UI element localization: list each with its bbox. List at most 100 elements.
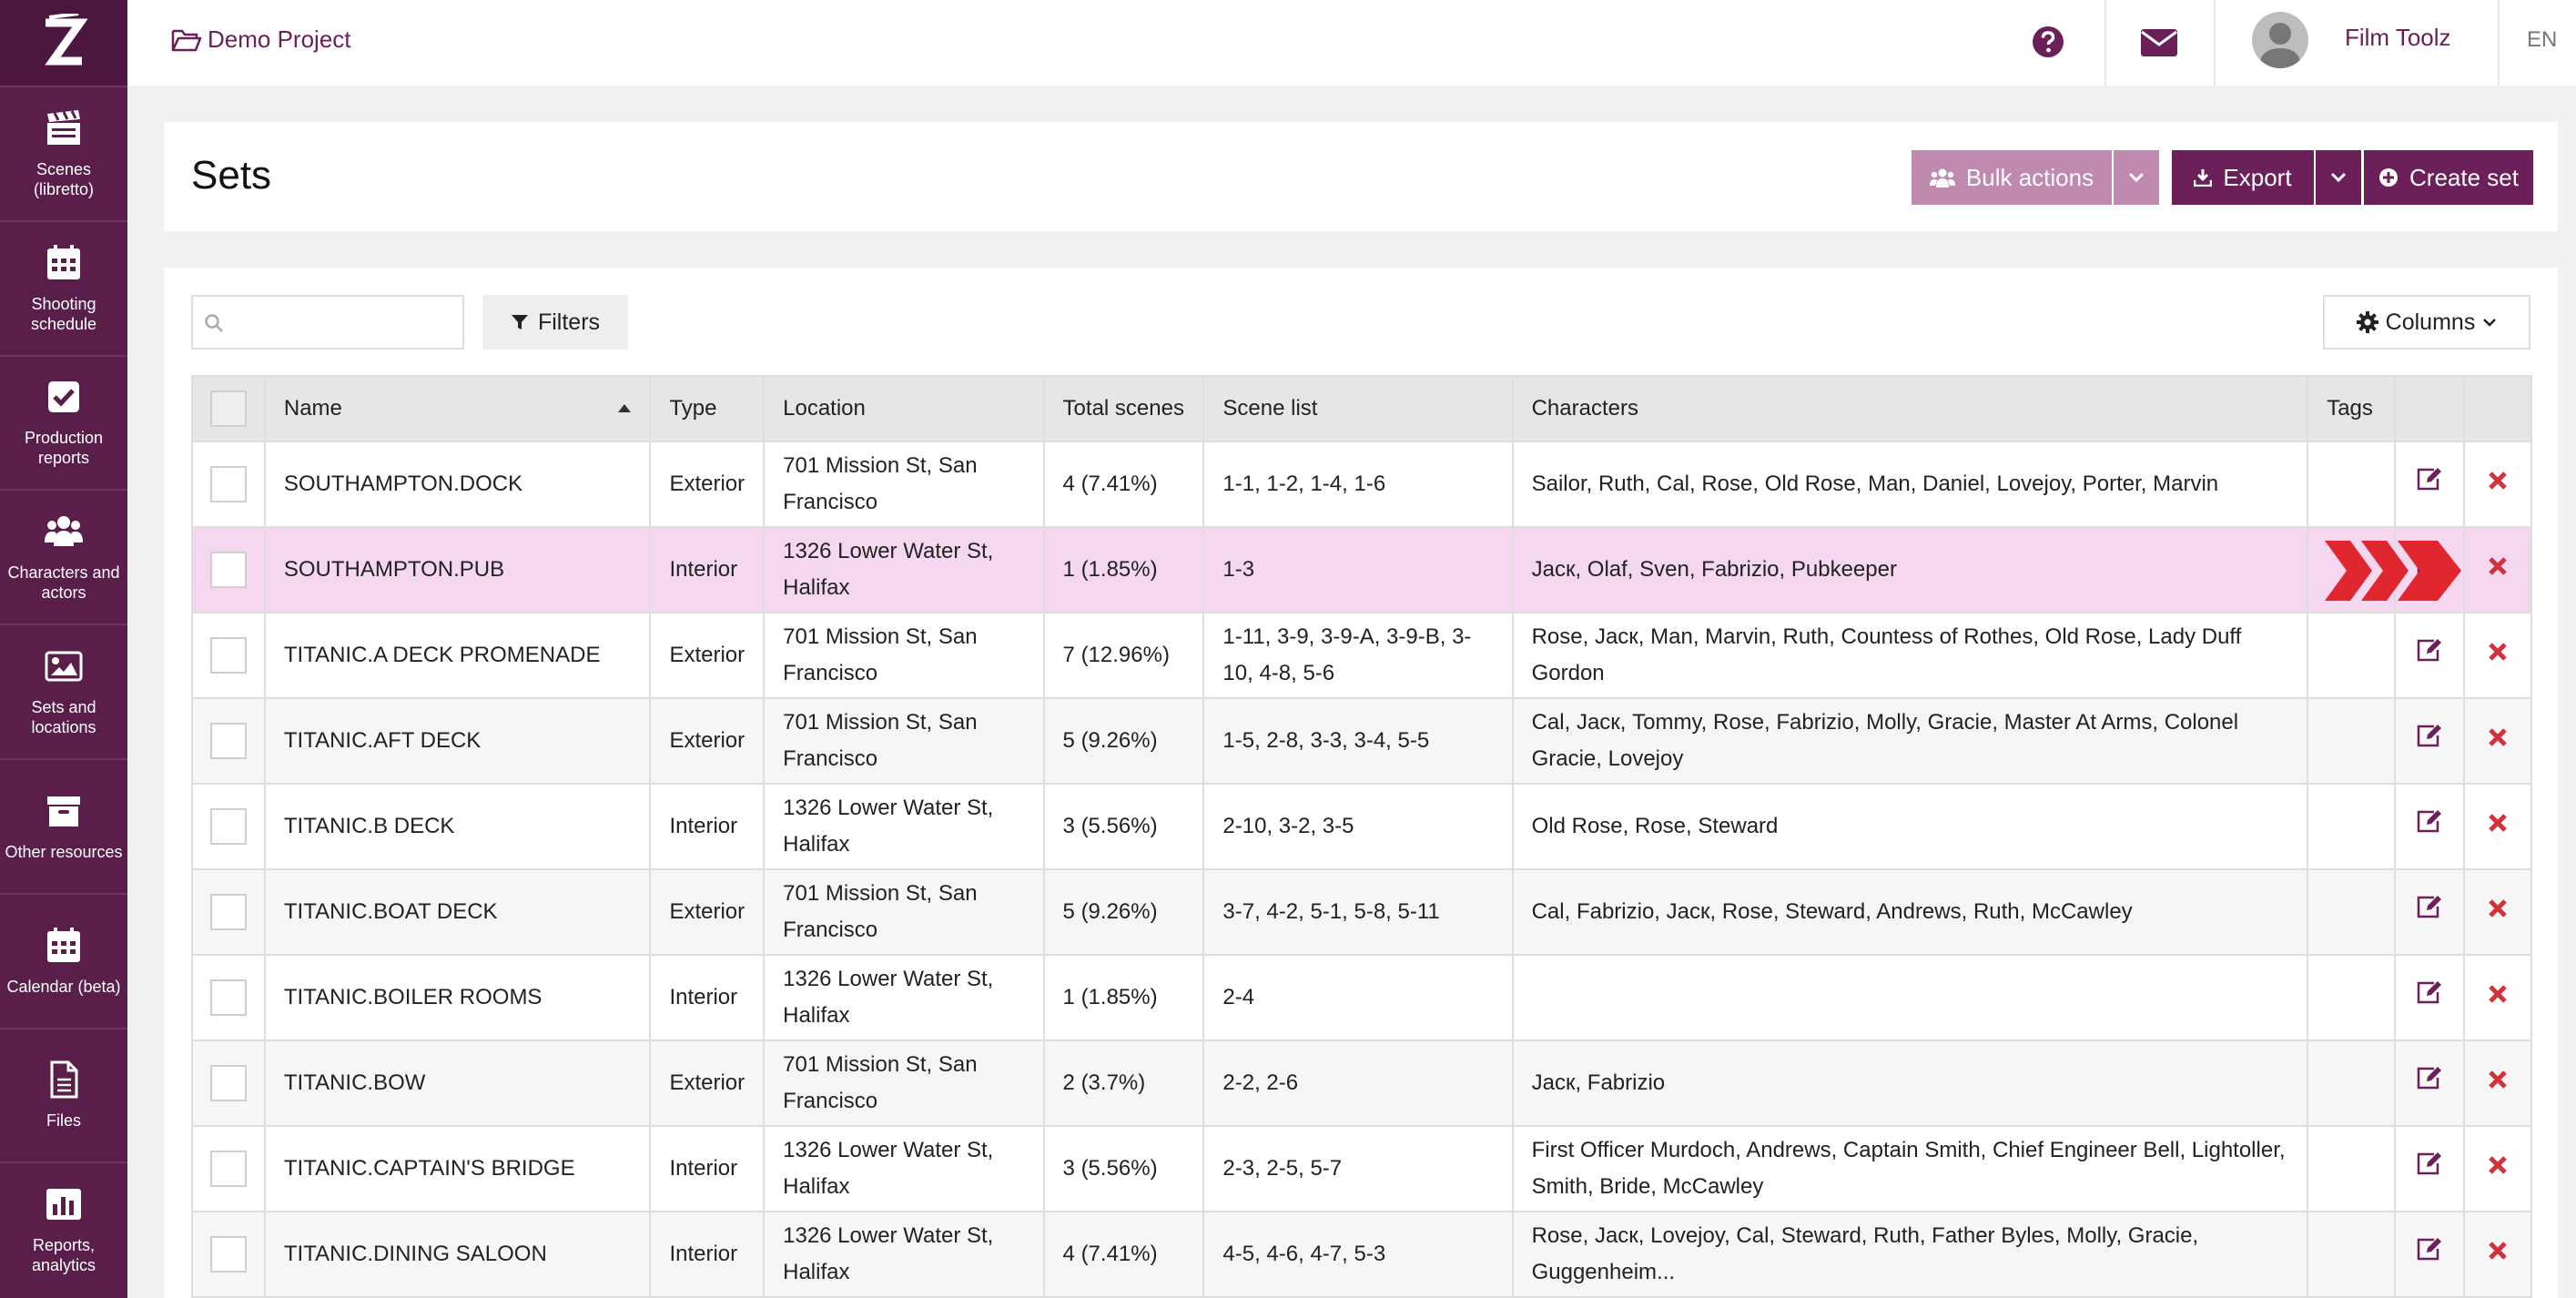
user-name[interactable]: Film Toolz bbox=[2345, 24, 2451, 52]
edit-icon[interactable] bbox=[2416, 1151, 2443, 1176]
file-icon bbox=[50, 1060, 78, 1099]
bulk-actions-button[interactable]: Bulk actions bbox=[1912, 150, 2112, 205]
row-checkbox[interactable] bbox=[209, 1236, 247, 1273]
row-checkbox[interactable] bbox=[209, 723, 247, 759]
row-select-cell bbox=[191, 954, 266, 1041]
sidebar-item-sets-locations[interactable]: Sets and locations bbox=[0, 624, 127, 758]
cell-name[interactable]: TITANIC.A DECK PROMENADE bbox=[263, 612, 652, 699]
filters-button[interactable]: Filters bbox=[482, 295, 628, 350]
sidebar-item-characters[interactable]: Characters and actors bbox=[0, 489, 127, 624]
table-row[interactable]: TITANIC.B DECK Interior 1326 Lower Water… bbox=[191, 783, 2532, 870]
delete-x-icon[interactable] bbox=[2488, 727, 2508, 747]
cell-location: 701 Mission St, San Francisco bbox=[763, 612, 1045, 699]
row-checkbox[interactable] bbox=[209, 808, 247, 845]
cell-location: 1326 Lower Water St, Halifax bbox=[763, 1125, 1045, 1212]
row-checkbox[interactable] bbox=[209, 1065, 247, 1101]
cell-delete bbox=[2463, 612, 2532, 699]
column-header-tags[interactable]: Tags bbox=[2307, 375, 2397, 442]
cell-name[interactable]: TITANIC.DINING SALOON bbox=[263, 1211, 652, 1298]
cell-name[interactable]: TITANIC.BOAT DECK bbox=[263, 868, 652, 956]
cell-name[interactable]: SOUTHAMPTON.DOCK bbox=[263, 441, 652, 528]
row-checkbox[interactable] bbox=[209, 552, 247, 588]
cell-name[interactable]: TITANIC.BOW bbox=[263, 1039, 652, 1127]
column-header-location[interactable]: Location bbox=[763, 375, 1045, 442]
cell-name[interactable]: TITANIC.CAPTAIN'S BRIDGE bbox=[263, 1125, 652, 1212]
row-checkbox[interactable] bbox=[209, 979, 247, 1016]
column-header-delete bbox=[2463, 375, 2532, 442]
envelope-icon[interactable] bbox=[2141, 29, 2177, 56]
sidebar-item-reports[interactable]: Reports, analytics bbox=[0, 1161, 127, 1296]
delete-x-icon[interactable] bbox=[2488, 471, 2508, 491]
cell-type: Exterior bbox=[649, 441, 766, 528]
delete-x-icon[interactable] bbox=[2488, 984, 2508, 1004]
cell-type: Exterior bbox=[649, 1039, 766, 1127]
column-header-type[interactable]: Type bbox=[649, 375, 766, 442]
table-row[interactable]: SOUTHAMPTON.DOCK Exterior 701 Mission St… bbox=[191, 441, 2532, 528]
cell-name[interactable]: TITANIC.AFT DECK bbox=[263, 697, 652, 785]
bulk-actions-dropdown-button[interactable] bbox=[2114, 150, 2159, 205]
header-label: Name bbox=[283, 396, 342, 421]
column-header-total-scenes[interactable]: Total scenes bbox=[1042, 375, 1205, 442]
app-logo[interactable] bbox=[0, 0, 127, 86]
column-header-characters[interactable]: Characters bbox=[1511, 375, 2309, 442]
delete-x-icon[interactable] bbox=[2488, 813, 2508, 833]
delete-x-icon[interactable] bbox=[2488, 898, 2508, 918]
edit-icon[interactable] bbox=[2416, 1236, 2443, 1262]
table-row[interactable]: SOUTHAMPTON.PUB Interior 1326 Lower Wate… bbox=[191, 526, 2532, 614]
delete-x-icon[interactable] bbox=[2488, 642, 2508, 662]
delete-x-icon[interactable] bbox=[2488, 1155, 2508, 1175]
cell-scene-list: 1-1, 1-2, 1-4, 1-6 bbox=[1202, 441, 1514, 528]
sidebar-item-calendar[interactable]: Calendar (beta) bbox=[0, 892, 127, 1028]
project-link[interactable]: Demo Project bbox=[171, 25, 351, 54]
row-checkbox[interactable] bbox=[209, 1151, 247, 1187]
cell-name[interactable]: TITANIC.BOILER ROOMS bbox=[263, 954, 652, 1041]
search-box[interactable] bbox=[191, 295, 464, 350]
cell-name[interactable]: SOUTHAMPTON.PUB bbox=[263, 526, 652, 614]
cell-delete bbox=[2463, 783, 2532, 870]
select-all-checkbox[interactable] bbox=[209, 390, 247, 427]
sidebar-item-scenes[interactable]: Scenes (libretto) bbox=[0, 86, 127, 220]
row-checkbox[interactable] bbox=[209, 894, 247, 930]
sidebar-item-shooting-schedule[interactable]: Shooting schedule bbox=[0, 219, 127, 355]
edit-icon[interactable] bbox=[2416, 466, 2443, 492]
edit-icon[interactable] bbox=[2416, 979, 2443, 1005]
cell-characters: Old Rose, Rose, Steward bbox=[1511, 783, 2309, 870]
sidebar-item-other-resources[interactable]: Other resources bbox=[0, 757, 127, 893]
column-header-scene-list[interactable]: Scene list bbox=[1202, 375, 1514, 442]
table-row[interactable]: TITANIC.CAPTAIN'S BRIDGE Interior 1326 L… bbox=[191, 1125, 2532, 1212]
column-header-name[interactable]: Name bbox=[263, 375, 652, 442]
cell-delete bbox=[2463, 954, 2532, 1041]
table-row[interactable]: TITANIC.BOW Exterior 701 Mission St, San… bbox=[191, 1039, 2532, 1127]
cell-name[interactable]: TITANIC.B DECK bbox=[263, 783, 652, 870]
edit-icon[interactable] bbox=[2416, 637, 2443, 663]
cell-location: 1326 Lower Water St, Halifax bbox=[763, 783, 1045, 870]
table-row[interactable]: TITANIC.AFT DECK Exterior 701 Mission St… bbox=[191, 697, 2532, 785]
sidebar-item-files[interactable]: Files bbox=[0, 1027, 127, 1162]
edit-icon[interactable] bbox=[2416, 894, 2443, 919]
edit-icon[interactable] bbox=[2416, 808, 2443, 834]
export-dropdown-button[interactable] bbox=[2316, 150, 2361, 205]
drag-chevrons-icon[interactable] bbox=[2325, 541, 2462, 601]
row-select-cell bbox=[191, 526, 266, 614]
cell-characters: Rose, Jacк, Lovejoy, Cal, Steward, Ruth,… bbox=[1511, 1211, 2309, 1298]
create-set-button[interactable]: Create set bbox=[2364, 150, 2533, 205]
edit-icon[interactable] bbox=[2416, 1065, 2443, 1090]
cell-total-scenes: 1 (1.85%) bbox=[1042, 954, 1205, 1041]
export-button[interactable]: Export bbox=[2172, 150, 2314, 205]
columns-button[interactable]: Columns bbox=[2323, 295, 2530, 350]
row-checkbox[interactable] bbox=[209, 637, 247, 674]
delete-x-icon[interactable] bbox=[2488, 1241, 2508, 1261]
cell-scene-list: 2-2, 2-6 bbox=[1202, 1039, 1514, 1127]
edit-icon[interactable] bbox=[2416, 723, 2443, 748]
table-row[interactable]: TITANIC.DINING SALOON Interior 1326 Lowe… bbox=[191, 1211, 2532, 1298]
table-row[interactable]: TITANIC.BOAT DECK Exterior 701 Mission S… bbox=[191, 868, 2532, 956]
avatar[interactable] bbox=[2252, 12, 2308, 68]
table-row[interactable]: TITANIC.A DECK PROMENADE Exterior 701 Mi… bbox=[191, 612, 2532, 699]
delete-x-icon[interactable] bbox=[2488, 1070, 2508, 1090]
help-icon[interactable] bbox=[2032, 25, 2064, 58]
delete-x-icon[interactable] bbox=[2488, 556, 2508, 576]
sidebar-item-production-reports[interactable]: Production reports bbox=[0, 354, 127, 490]
language-switch[interactable]: EN bbox=[2527, 27, 2557, 53]
row-checkbox[interactable] bbox=[209, 466, 247, 502]
table-row[interactable]: TITANIC.BOILER ROOMS Interior 1326 Lower… bbox=[191, 954, 2532, 1041]
